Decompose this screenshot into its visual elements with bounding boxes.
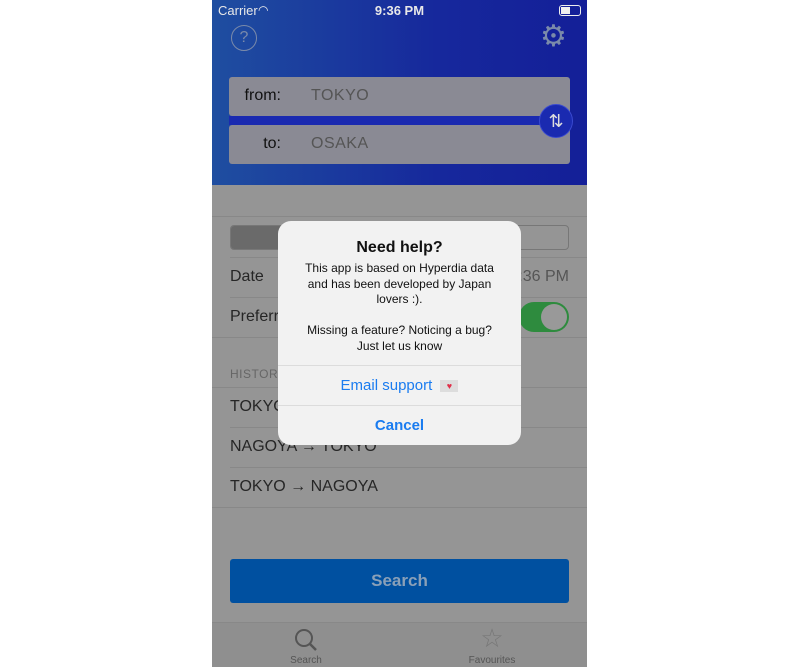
magnifier-icon — [295, 629, 317, 651]
tab-label: Search — [290, 655, 322, 666]
help-dialog: Need help? This app is based on Hyperdia… — [278, 221, 521, 445]
from-field[interactable]: from: TOKYO — [229, 77, 570, 116]
to-field[interactable]: to: OSAKA — [229, 125, 570, 164]
swap-button[interactable]: ⇅ — [539, 104, 573, 138]
cancel-button[interactable]: Cancel — [278, 405, 521, 445]
tab-search[interactable]: Search — [246, 623, 366, 667]
from-value: TOKYO — [311, 87, 370, 104]
tab-favourites[interactable]: ☆ Favourites — [432, 623, 552, 667]
history-item[interactable]: TOKYO → NAGOYA — [230, 478, 378, 496]
phone-screen: Carrier ◠ 9:36 PM ? ⚙ from: TOKYO to: OS… — [212, 0, 587, 667]
date-label: Date — [230, 268, 264, 285]
email-support-button[interactable]: Email support ♥ — [278, 365, 521, 405]
help-icon[interactable]: ? — [231, 25, 257, 51]
love-letter-icon: ♥ — [440, 380, 459, 393]
star-icon: ☆ — [480, 623, 504, 653]
from-label: from: — [244, 87, 281, 104]
email-label: Email support — [340, 377, 433, 394]
tab-bar: Search ☆ Favourites — [212, 622, 587, 667]
divider — [212, 507, 587, 508]
search-button[interactable]: Search — [230, 559, 569, 603]
to-label: to: — [263, 135, 281, 152]
tab-label: Favourites — [468, 655, 516, 666]
field-divider — [229, 116, 549, 125]
divider — [212, 216, 587, 217]
to-value: OSAKA — [311, 135, 369, 152]
dialog-title: Need help? — [356, 239, 443, 256]
preferred-toggle[interactable] — [519, 302, 569, 332]
divider — [230, 467, 587, 468]
gear-icon[interactable]: ⚙ — [540, 22, 567, 52]
status-time: 9:36 PM — [374, 3, 425, 18]
header: Carrier ◠ 9:36 PM ? ⚙ from: TOKYO to: OS… — [212, 0, 587, 185]
dialog-message: This app is based on Hyperdia data and h… — [305, 261, 494, 353]
battery-icon — [559, 5, 581, 16]
